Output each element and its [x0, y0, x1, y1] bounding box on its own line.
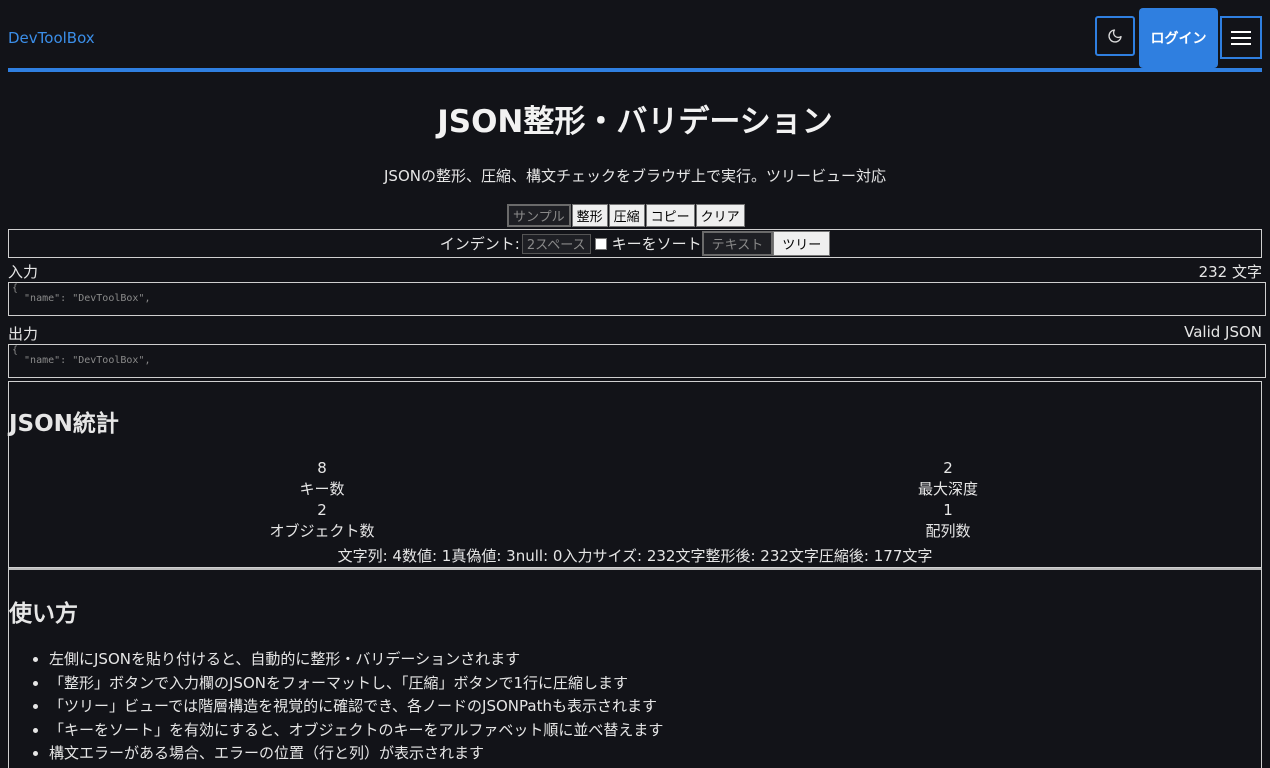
- stat-arrays-value: 1: [943, 501, 953, 519]
- menu-button[interactable]: [1220, 16, 1262, 59]
- json-stats-panel: JSON統計 8 キー数 2 最大深度 2 オブジェクト数 1 配列数 文字列:…: [8, 381, 1262, 568]
- theme-toggle-button[interactable]: [1095, 16, 1135, 56]
- usage-heading: 使い方: [9, 601, 78, 627]
- compress-button[interactable]: 圧縮: [608, 204, 645, 227]
- options-bar: インデント: 2スペース キーをソート テキスト ツリー: [8, 229, 1262, 258]
- sort-keys-label[interactable]: キーをソート: [612, 233, 702, 254]
- input-textarea[interactable]: { "name": "DevToolBox",: [8, 282, 1266, 316]
- login-button[interactable]: ログイン: [1139, 8, 1218, 68]
- output-label: 出力: [8, 325, 39, 343]
- validation-status: Valid JSON: [1184, 323, 1262, 341]
- page-subtitle: JSONの整形、圧縮、構文チェックをブラウザ上で実行。ツリービュー対応: [384, 167, 886, 185]
- input-header: 入力 232 文字: [8, 261, 1262, 282]
- indent-select[interactable]: 2スペース: [521, 233, 591, 254]
- usage-item: 「ツリー」ビューでは階層構造を視覚的に確認でき、各ノードのJSONPathも表示…: [49, 695, 663, 719]
- output-textarea[interactable]: { "name": "DevToolBox",: [8, 344, 1266, 378]
- stat-keys-label: キー数: [299, 480, 345, 498]
- stat-numbers: 数値: 1: [401, 547, 452, 565]
- stat-depth-value: 2: [943, 459, 953, 477]
- indent-label: インデント:: [439, 235, 520, 253]
- usage-item: 構文エラーがある場合、エラーの位置（行と列）が表示されます: [49, 742, 663, 766]
- clear-button[interactable]: クリア: [695, 204, 745, 227]
- usage-item: 左側にJSONを貼り付けると、自動的に整形・バリデーションされます: [49, 648, 663, 672]
- stats-heading: JSON統計: [9, 411, 119, 437]
- stat-keys: 8 キー数: [172, 458, 472, 500]
- hamburger-icon: [1231, 30, 1251, 45]
- view-toggle: テキスト ツリー: [701, 231, 831, 256]
- stat-depth-label: 最大深度: [917, 480, 978, 498]
- stat-input-size: 入力サイズ: 232文字: [562, 547, 706, 565]
- stat-keys-value: 8: [317, 459, 327, 477]
- usage-item: 「整形」ボタンで入力欄のJSONをフォーマットし、「圧縮」ボタンで1行に圧縮しま…: [49, 672, 663, 696]
- text-view-button[interactable]: テキスト: [701, 231, 774, 256]
- format-button[interactable]: 整形: [571, 204, 608, 227]
- site-header: DevToolBox ログイン: [8, 0, 1262, 72]
- output-header: 出力 Valid JSON: [8, 323, 1262, 344]
- input-label: 入力: [8, 263, 39, 281]
- stat-nulls: null: 0: [515, 547, 563, 565]
- action-toolbar: サンプル 整形 圧縮 コピー クリア: [507, 204, 746, 227]
- stat-compressed-size: 圧縮後: 177文字: [818, 547, 933, 565]
- stat-objects-label: オブジェクト数: [269, 522, 375, 540]
- usage-section: 使い方 左側にJSONを貼り付けると、自動的に整形・バリデーションされます 「整…: [8, 568, 1262, 768]
- moon-icon: [1108, 29, 1122, 43]
- stat-strings: 文字列: 4: [337, 547, 402, 565]
- brand-link[interactable]: DevToolBox: [8, 29, 95, 47]
- usage-list: 左側にJSONを貼り付けると、自動的に整形・バリデーションされます 「整形」ボタ…: [9, 648, 663, 766]
- copy-button[interactable]: コピー: [645, 204, 695, 227]
- sort-keys-checkbox[interactable]: [594, 237, 607, 250]
- stats-detail-line: 文字列: 4数値: 1真偽値: 3null: 0入力サイズ: 232文字整形後:…: [9, 545, 1261, 566]
- stat-arrays-label: 配列数: [925, 522, 971, 540]
- stat-booleans: 真偽値: 3: [451, 547, 516, 565]
- tree-view-button[interactable]: ツリー: [773, 231, 831, 256]
- stat-arrays: 1 配列数: [798, 500, 1098, 542]
- usage-item: 「キーをソート」を有効にすると、オブジェクトのキーをアルファベット順に並べ替えま…: [49, 719, 663, 743]
- input-char-count: 232 文字: [1198, 263, 1262, 281]
- stat-objects-value: 2: [317, 501, 327, 519]
- header-divider: [8, 68, 1262, 72]
- sample-button[interactable]: サンプル: [507, 204, 571, 227]
- stat-objects: 2 オブジェクト数: [172, 500, 472, 542]
- stat-formatted-size: 整形後: 232文字: [705, 547, 819, 565]
- stat-depth: 2 最大深度: [798, 458, 1098, 500]
- page-title: JSON整形・バリデーション: [437, 104, 833, 140]
